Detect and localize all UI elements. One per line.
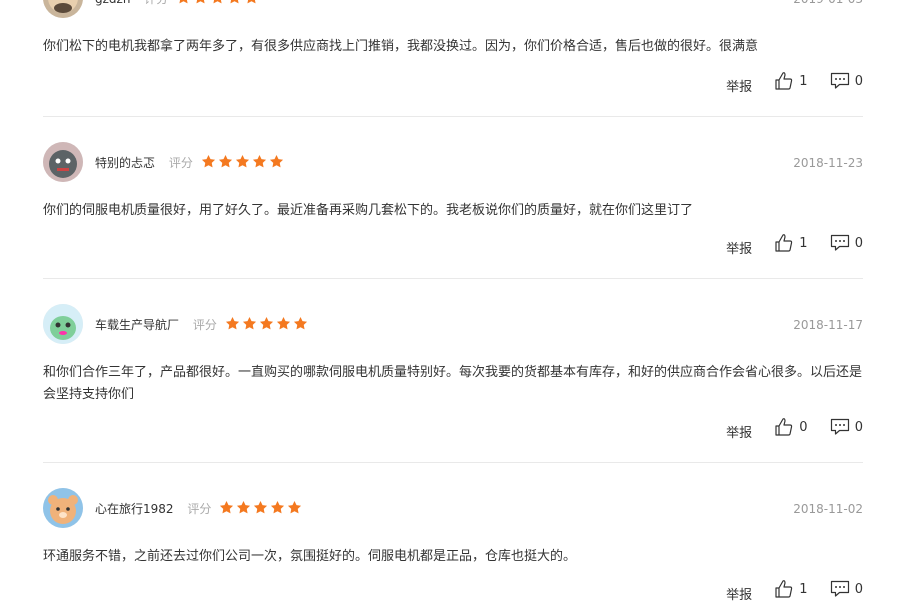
report-button[interactable]: 举报	[726, 584, 752, 603]
green-cartoon-avatar-icon[interactable]	[43, 304, 83, 344]
review-username: 车载生产导航厂	[95, 318, 180, 332]
review-list: gzdzh 评分 2019-01-03 你们松下的电机我都拿了两年多了，有很多供…	[0, 0, 902, 603]
review-header: 特别的忐忑 评分 2018-11-23	[43, 142, 863, 182]
comment-button[interactable]: 0	[830, 233, 863, 253]
star-icon	[276, 316, 290, 330]
comment-button[interactable]: 0	[830, 579, 863, 599]
star-icon	[288, 500, 302, 514]
like-count: 1	[799, 581, 808, 597]
like-button[interactable]: 1	[774, 579, 808, 599]
star-icon	[269, 154, 283, 168]
review-content: 环通服务不错，之前还去过你们公司一次，氛围挺好的。伺服电机都是正品，仓库也挺大的…	[43, 549, 577, 564]
review-actions: 举报 1 0	[726, 233, 863, 257]
rating-stars	[219, 500, 304, 518]
comment-button[interactable]: 0	[830, 417, 863, 437]
report-button[interactable]: 举报	[726, 238, 752, 257]
star-icon	[225, 316, 239, 330]
review-header: gzdzh 评分 2019-01-03	[43, 0, 863, 18]
review-actions: 举报 1 0	[726, 579, 863, 603]
review-header: 心在旅行1982 评分 2018-11-02	[43, 488, 863, 528]
review-username: gzdzh	[95, 0, 130, 6]
rating-stars	[225, 316, 310, 334]
like-button[interactable]: 1	[774, 233, 808, 253]
comment-icon	[830, 580, 849, 597]
review-item: 特别的忐忑 评分 2018-11-23 你们的伺服电机质量很好，用了好久了。最近…	[43, 142, 863, 279]
like-count: 0	[799, 419, 808, 435]
report-button[interactable]: 举报	[726, 422, 752, 441]
star-icon	[252, 154, 266, 168]
star-icon	[237, 500, 251, 514]
star-icon	[242, 316, 256, 330]
review-actions: 举报 1 0	[726, 71, 863, 95]
thumbs-up-icon	[775, 234, 793, 252]
monster-avatar-icon[interactable]	[43, 142, 83, 182]
comment-icon	[830, 72, 849, 89]
comment-icon	[830, 418, 849, 435]
review-date: 2018-11-17	[793, 318, 863, 332]
rating-stars	[201, 154, 286, 172]
cartoon-face-avatar-icon[interactable]	[43, 0, 83, 18]
rating-label: 评分	[192, 318, 217, 332]
comment-icon	[830, 234, 849, 251]
like-button[interactable]: 1	[774, 71, 808, 91]
star-icon	[271, 500, 285, 514]
review-item: gzdzh 评分 2019-01-03 你们松下的电机我都拿了两年多了，有很多供…	[43, 0, 863, 117]
review-actions: 举报 0 0	[726, 417, 863, 441]
report-label: 举报	[726, 242, 753, 257]
report-button[interactable]: 举报	[726, 76, 752, 95]
star-icon	[254, 500, 268, 514]
thumbs-up-icon	[775, 418, 793, 436]
review-date: 2018-11-23	[793, 156, 863, 170]
rating-label: 评分	[144, 0, 168, 6]
star-icon	[218, 154, 232, 168]
bear-avatar-icon[interactable]	[43, 488, 83, 528]
rating-label: 评分	[187, 502, 212, 516]
review-item: 心在旅行1982 评分 2018-11-02 环通服务不错，之前还去过你们公司一…	[43, 488, 863, 603]
review-date: 2018-11-02	[793, 502, 863, 516]
star-icon	[201, 154, 215, 168]
review-username: 特别的忐忑	[95, 156, 156, 170]
star-icon	[196, 0, 205, 4]
star-icon	[220, 500, 234, 514]
like-count: 1	[799, 235, 808, 251]
comment-count: 0	[854, 419, 863, 435]
review-content: 和你们合作三年了，产品都很好。一直购买的哪款伺服电机质量特别好。每次我要的货都基…	[43, 365, 863, 402]
star-icon	[235, 154, 249, 168]
review-username: 心在旅行1982	[95, 502, 174, 516]
review-content: 你们松下的电机我都拿了两年多了，有很多供应商找上门推销，我都没换过。因为，你们价…	[43, 39, 759, 54]
comment-count: 0	[854, 73, 863, 89]
report-label: 举报	[726, 80, 753, 95]
star-icon	[247, 0, 256, 4]
review-item: 车载生产导航厂 评分 2018-11-17 和你们合作三年了，产品都很好。一直购…	[43, 304, 863, 463]
like-button[interactable]: 0	[774, 417, 808, 437]
review-content: 你们的伺服电机质量很好，用了好久了。最近准备再采购几套松下的。我老板说你们的质量…	[43, 203, 694, 218]
comment-count: 0	[854, 581, 863, 597]
rating-label: 评分	[168, 156, 193, 170]
star-icon	[179, 0, 188, 4]
report-label: 举报	[726, 588, 753, 603]
star-icon	[293, 316, 307, 330]
star-icon	[259, 316, 273, 330]
review-header: 车载生产导航厂 评分 2018-11-17	[43, 304, 863, 344]
report-label: 举报	[726, 426, 753, 441]
thumbs-up-icon	[775, 580, 793, 598]
review-date: 2019-01-03	[793, 0, 863, 6]
star-icon	[213, 0, 222, 4]
thumbs-up-icon	[775, 72, 793, 90]
comment-count: 0	[854, 235, 863, 251]
star-icon	[230, 0, 239, 4]
like-count: 1	[799, 73, 808, 89]
rating-stars	[176, 0, 261, 8]
comment-button[interactable]: 0	[830, 71, 863, 91]
